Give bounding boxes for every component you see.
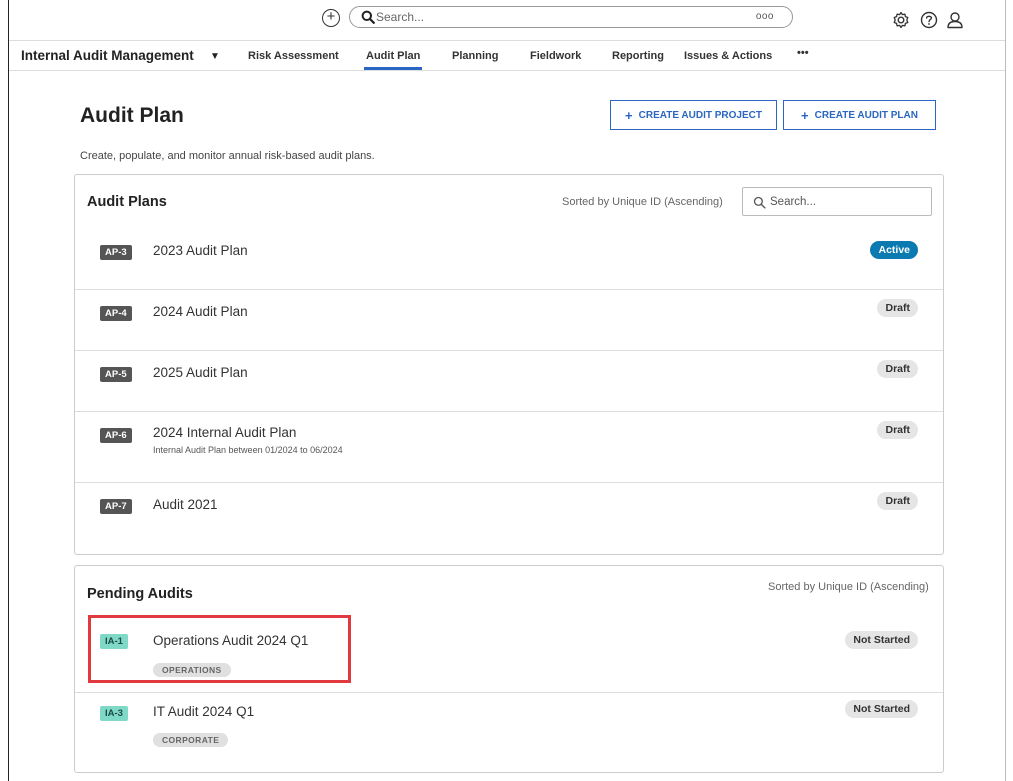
audit-plan-id-badge: AP-4	[100, 306, 132, 321]
audit-plan-row[interactable]: AP-7 Audit 2021 Draft	[75, 483, 943, 553]
pending-audit-row[interactable]: IA-1 Operations Audit 2024 Q1 OPERATIONS…	[75, 617, 943, 693]
create-audit-project-label: CREATE AUDIT PROJECT	[638, 109, 762, 121]
chevron-down-icon[interactable]: ▼	[210, 51, 220, 62]
tab-more[interactable]: •••	[797, 47, 809, 59]
pending-audits-sort-label[interactable]: Sorted by Unique ID (Ascending)	[768, 581, 929, 593]
audit-plan-row[interactable]: AP-3 2023 Audit Plan Active	[75, 219, 943, 290]
user-profile-icon[interactable]	[945, 10, 965, 30]
window-left-border	[8, 0, 9, 781]
audit-plan-row[interactable]: AP-5 2025 Audit Plan Draft	[75, 351, 943, 412]
status-badge: Draft	[877, 360, 918, 378]
create-audit-plan-button[interactable]: + CREATE AUDIT PLAN	[783, 100, 936, 130]
status-badge: Not Started	[845, 631, 918, 649]
status-badge: Draft	[877, 299, 918, 317]
tab-planning[interactable]: Planning	[452, 50, 498, 62]
status-badge: Draft	[877, 492, 918, 510]
plus-icon: +	[625, 107, 633, 123]
audit-plan-id-badge: AP-7	[100, 499, 132, 514]
help-icon[interactable]	[919, 10, 939, 30]
window-right-border	[1005, 0, 1006, 781]
audit-plan-name[interactable]: 2024 Audit Plan	[153, 304, 248, 319]
global-search-input[interactable]	[376, 9, 676, 25]
create-audit-plan-label: CREATE AUDIT PLAN	[814, 109, 918, 121]
pending-audit-id-badge: IA-1	[100, 634, 128, 649]
status-badge: Draft	[877, 421, 918, 439]
audit-plans-search-input[interactable]	[770, 194, 920, 210]
pending-audits-title: Pending Audits	[87, 586, 193, 602]
audit-plans-sort-label[interactable]: Sorted by Unique ID (Ascending)	[562, 196, 723, 208]
search-options-icon[interactable]: ooo	[756, 11, 774, 22]
main-nav: Internal Audit Management ▼ Risk Assessm…	[9, 40, 1005, 71]
audit-plan-name[interactable]: 2023 Audit Plan	[153, 243, 248, 258]
pending-audit-id-badge: IA-3	[100, 706, 128, 721]
search-icon	[753, 196, 766, 209]
audit-plan-name[interactable]: 2025 Audit Plan	[153, 365, 248, 380]
audit-plan-name[interactable]: Audit 2021	[153, 497, 218, 512]
audit-plan-id-badge: AP-5	[100, 367, 132, 382]
pending-audit-name[interactable]: Operations Audit 2024 Q1	[153, 633, 308, 648]
category-chip: CORPORATE	[153, 733, 229, 747]
pending-audits-card: Pending Audits Sorted by Unique ID (Asce…	[74, 565, 944, 773]
audit-plan-row[interactable]: AP-6 2024 Internal Audit Plan Internal A…	[75, 412, 943, 483]
audit-plan-id-badge: AP-3	[100, 245, 132, 260]
audit-plan-description: Internal Audit Plan between 01/2024 to 0…	[153, 445, 343, 455]
page-description: Create, populate, and monitor annual ris…	[80, 150, 375, 162]
page-title: Audit Plan	[80, 104, 184, 127]
tab-fieldwork[interactable]: Fieldwork	[530, 50, 581, 62]
tab-audit-plan[interactable]: Audit Plan	[363, 50, 423, 70]
audit-plan-row[interactable]: AP-4 2024 Audit Plan Draft	[75, 290, 943, 351]
tab-reporting[interactable]: Reporting	[612, 50, 664, 62]
add-icon[interactable]: +	[322, 9, 340, 27]
status-badge: Active	[870, 241, 918, 259]
audit-plan-id-badge: AP-6	[100, 428, 132, 443]
status-badge: Not Started	[845, 700, 918, 718]
pending-audit-name[interactable]: IT Audit 2024 Q1	[153, 704, 254, 719]
tab-risk-assessment[interactable]: Risk Assessment	[248, 50, 339, 62]
global-search[interactable]: ooo	[349, 6, 793, 28]
pending-audit-row[interactable]: IA-3 IT Audit 2024 Q1 CORPORATE Not Star…	[75, 693, 943, 771]
category-chip: OPERATIONS	[153, 663, 231, 677]
app-switcher-label[interactable]: Internal Audit Management	[21, 48, 194, 63]
audit-plans-search[interactable]	[742, 187, 932, 216]
audit-plan-name[interactable]: 2024 Internal Audit Plan	[153, 425, 296, 440]
create-audit-project-button[interactable]: + CREATE AUDIT PROJECT	[610, 100, 777, 130]
audit-plans-card: Audit Plans Sorted by Unique ID (Ascendi…	[74, 174, 944, 555]
tab-issues-actions[interactable]: Issues & Actions	[684, 50, 772, 62]
settings-gear-icon[interactable]	[891, 10, 911, 30]
audit-plans-title: Audit Plans	[87, 194, 167, 210]
top-bar: + ooo	[9, 0, 1005, 40]
plus-icon: +	[801, 107, 809, 123]
search-icon	[361, 10, 375, 24]
